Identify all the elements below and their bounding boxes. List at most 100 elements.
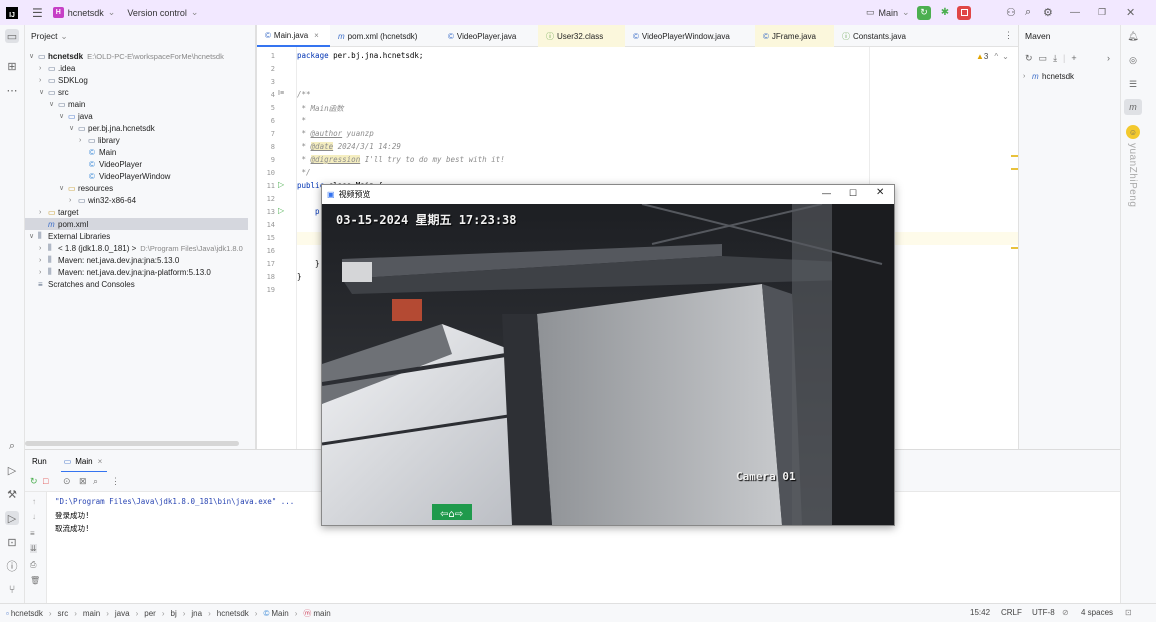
readonly-icon[interactable]: ⊘ bbox=[1062, 608, 1069, 617]
breadcrumb-item[interactable]: jna bbox=[191, 609, 202, 618]
code-line-17[interactable]: } bbox=[297, 259, 320, 268]
camera-icon[interactable]: ⊙ bbox=[63, 476, 71, 487]
chevron-down-icon[interactable]: ∨ bbox=[29, 52, 38, 60]
chevron-up-icon[interactable]: ^ bbox=[994, 52, 998, 61]
breadcrumb-item[interactable]: main bbox=[313, 609, 330, 618]
chevron-right-icon[interactable]: › bbox=[39, 209, 48, 216]
arrow-down-icon[interactable]: ↓ bbox=[32, 512, 36, 521]
version-control-menu[interactable]: Version control bbox=[127, 8, 187, 18]
run-gutter-icon[interactable]: ▷ bbox=[278, 206, 284, 215]
tree-item-jna[interactable]: › ⫼ Maven: net.java.dev.jna:jna:5.13.0 bbox=[39, 254, 179, 266]
structure-icon[interactable]: ⊞ bbox=[5, 59, 19, 73]
rerun-icon[interactable]: ↻ bbox=[30, 476, 38, 487]
tree-item-target[interactable]: › ▭ target bbox=[39, 206, 78, 218]
build-icon[interactable]: ⚒ bbox=[5, 487, 19, 501]
run-gutter-icon[interactable]: ▷ bbox=[278, 180, 284, 189]
close-icon[interactable]: ✕ bbox=[1126, 6, 1135, 19]
code-line-7[interactable]: * @author yuanzp bbox=[297, 129, 374, 138]
soft-wrap-icon[interactable]: ≡ bbox=[30, 529, 35, 538]
close-icon[interactable]: ✕ bbox=[876, 187, 884, 198]
intellij-logo-icon[interactable]: IJ bbox=[6, 6, 18, 19]
horizontal-scrollbar[interactable] bbox=[25, 441, 239, 446]
tree-item-jna-platform[interactable]: › ⫼ Maven: net.java.dev.jna:jna-platform:… bbox=[39, 266, 211, 278]
code-line-9[interactable]: * @digression I'll try to do my best wit… bbox=[297, 155, 505, 164]
main-menu-icon[interactable]: ☰ bbox=[32, 6, 43, 20]
breadcrumb-item[interactable]: bj bbox=[171, 609, 177, 618]
tree-item-win32[interactable]: › ▭ win32-x86-64 bbox=[69, 194, 136, 206]
tree-item-java[interactable]: ∨ ▭ java bbox=[59, 110, 93, 122]
minimize-icon[interactable]: — bbox=[822, 188, 831, 198]
maven-tool-icon[interactable]: m bbox=[1124, 99, 1142, 115]
tree-item-videoplayer[interactable]: © VideoPlayer bbox=[89, 158, 142, 170]
search-icon[interactable]: ⌕ bbox=[1025, 6, 1031, 19]
reload-icon[interactable]: ↻ bbox=[1025, 53, 1033, 64]
chevron-right-icon[interactable]: › bbox=[39, 65, 48, 72]
chevron-right-icon[interactable]: › bbox=[1107, 53, 1110, 63]
tree-item-jdk[interactable]: › ⫼ < 1.8 (jdk1.8.0_181) > D:\Program Fil… bbox=[39, 242, 243, 254]
code-line-13[interactable]: p bbox=[297, 207, 320, 216]
chevron-down-icon[interactable]: ∨ bbox=[39, 88, 48, 96]
code-line-10[interactable]: */ bbox=[297, 168, 311, 177]
chevron-right-icon[interactable]: › bbox=[79, 137, 88, 144]
close-icon[interactable]: × bbox=[314, 31, 319, 40]
search-icon[interactable]: ⌕ bbox=[5, 439, 19, 453]
trash-icon[interactable]: 🗑︎ bbox=[30, 576, 40, 585]
tab-user32-class[interactable]: ⓘ User32.class bbox=[538, 25, 625, 47]
line-separator[interactable]: CRLF bbox=[1001, 608, 1022, 617]
more-icon[interactable]: ⋯ bbox=[5, 83, 19, 97]
breadcrumb-item[interactable]: Main bbox=[271, 609, 288, 618]
tree-item-scratches[interactable]: ≡ Scratches and Consoles bbox=[38, 278, 135, 290]
inspection-widget[interactable]: ▲ 3 ^ ⌄ bbox=[976, 52, 1009, 61]
debug-search-icon[interactable]: ⌕ bbox=[93, 476, 98, 487]
tree-item-main[interactable]: ∨ ▭ main bbox=[49, 98, 85, 110]
notifications-icon[interactable]: 🔔︎ bbox=[1126, 29, 1140, 43]
gear-icon[interactable]: ⚙ bbox=[1043, 6, 1053, 19]
tree-item-videoplayerwindow[interactable]: © VideoPlayerWindow bbox=[89, 170, 170, 182]
run-tool-icon[interactable]: ▷ bbox=[5, 511, 19, 525]
tree-item-external-libraries[interactable]: ∨ ⫼ External Libraries bbox=[29, 230, 110, 242]
arrow-up-icon[interactable]: ↑ bbox=[32, 497, 36, 506]
tree-item-package[interactable]: ∨ ▭ per.bj.jna.hcnetsdk bbox=[69, 122, 155, 134]
doc-toggle-icon[interactable]: I≡ bbox=[278, 90, 284, 97]
git-icon[interactable]: ⑂ bbox=[5, 583, 19, 597]
tab-videoplayer-java[interactable]: © VideoPlayer.java bbox=[440, 25, 538, 47]
project-pane-header[interactable]: Project ⌄ bbox=[25, 25, 255, 47]
tree-item-main-class[interactable]: © Main bbox=[89, 146, 116, 158]
add-user-icon[interactable]: ⚇ bbox=[1006, 6, 1016, 19]
chevron-right-icon[interactable]: › bbox=[39, 257, 48, 264]
tab-jframe-java[interactable]: © JFrame.java bbox=[755, 25, 834, 47]
stop-icon[interactable]: □ bbox=[43, 476, 48, 486]
code-line-6[interactable]: * bbox=[297, 116, 307, 125]
exit-icon[interactable]: ⊠ bbox=[79, 476, 87, 487]
chevron-down-icon[interactable]: ∨ bbox=[49, 100, 58, 108]
chevron-right-icon[interactable]: › bbox=[69, 197, 78, 204]
tree-item-idea[interactable]: › ▭ .idea bbox=[39, 62, 75, 74]
scroll-to-end-icon[interactable]: ⇊ bbox=[30, 544, 37, 553]
debug-button[interactable]: ✱ bbox=[938, 6, 952, 20]
file-encoding[interactable]: UTF-8 bbox=[1032, 608, 1055, 617]
chevron-down-icon[interactable]: ∨ bbox=[59, 184, 68, 192]
tree-item-src[interactable]: ∨ ▭ src bbox=[39, 86, 69, 98]
chevron-down-icon[interactable]: ⌄ bbox=[191, 7, 199, 18]
breadcrumb-item[interactable]: java bbox=[115, 609, 130, 618]
breadcrumb-item[interactable]: main bbox=[83, 609, 100, 618]
chevron-down-icon[interactable]: ∨ bbox=[29, 232, 38, 240]
video-window-titlebar[interactable]: ▣ 视频预览 — ☐ ✕ bbox=[322, 185, 894, 204]
chevron-right-icon[interactable]: › bbox=[39, 77, 48, 84]
terminal-icon[interactable]: ⊡ bbox=[5, 535, 19, 549]
chevron-down-icon[interactable]: ⌄ bbox=[108, 7, 116, 18]
chevron-right-icon[interactable]: › bbox=[39, 245, 48, 252]
chevron-right-icon[interactable]: › bbox=[39, 269, 48, 276]
lock-icon[interactable]: ⊡ bbox=[1125, 608, 1132, 617]
chevron-down-icon[interactable]: ∨ bbox=[59, 112, 68, 120]
breadcrumb-item[interactable]: src bbox=[58, 609, 69, 618]
tree-item-pom[interactable]: m pom.xml bbox=[25, 218, 248, 230]
vertical-tool-label[interactable]: yuanZhiPeng bbox=[1127, 143, 1138, 207]
project-name[interactable]: hcnetsdk bbox=[68, 8, 104, 18]
video-stream[interactable]: ⇦⌂⇨ 03-15-2024 星期五 17:23:38 Camera 01 bbox=[322, 204, 894, 525]
code-line-8[interactable]: * @date 2024/3/1 14:29 bbox=[297, 142, 401, 151]
chevron-down-icon[interactable]: ∨ bbox=[69, 124, 78, 132]
ai-assistant-icon[interactable]: ◎ bbox=[1126, 53, 1140, 67]
breadcrumb-item[interactable]: hcnetsdk bbox=[11, 609, 43, 618]
tab-main-run[interactable]: Main bbox=[75, 457, 92, 466]
